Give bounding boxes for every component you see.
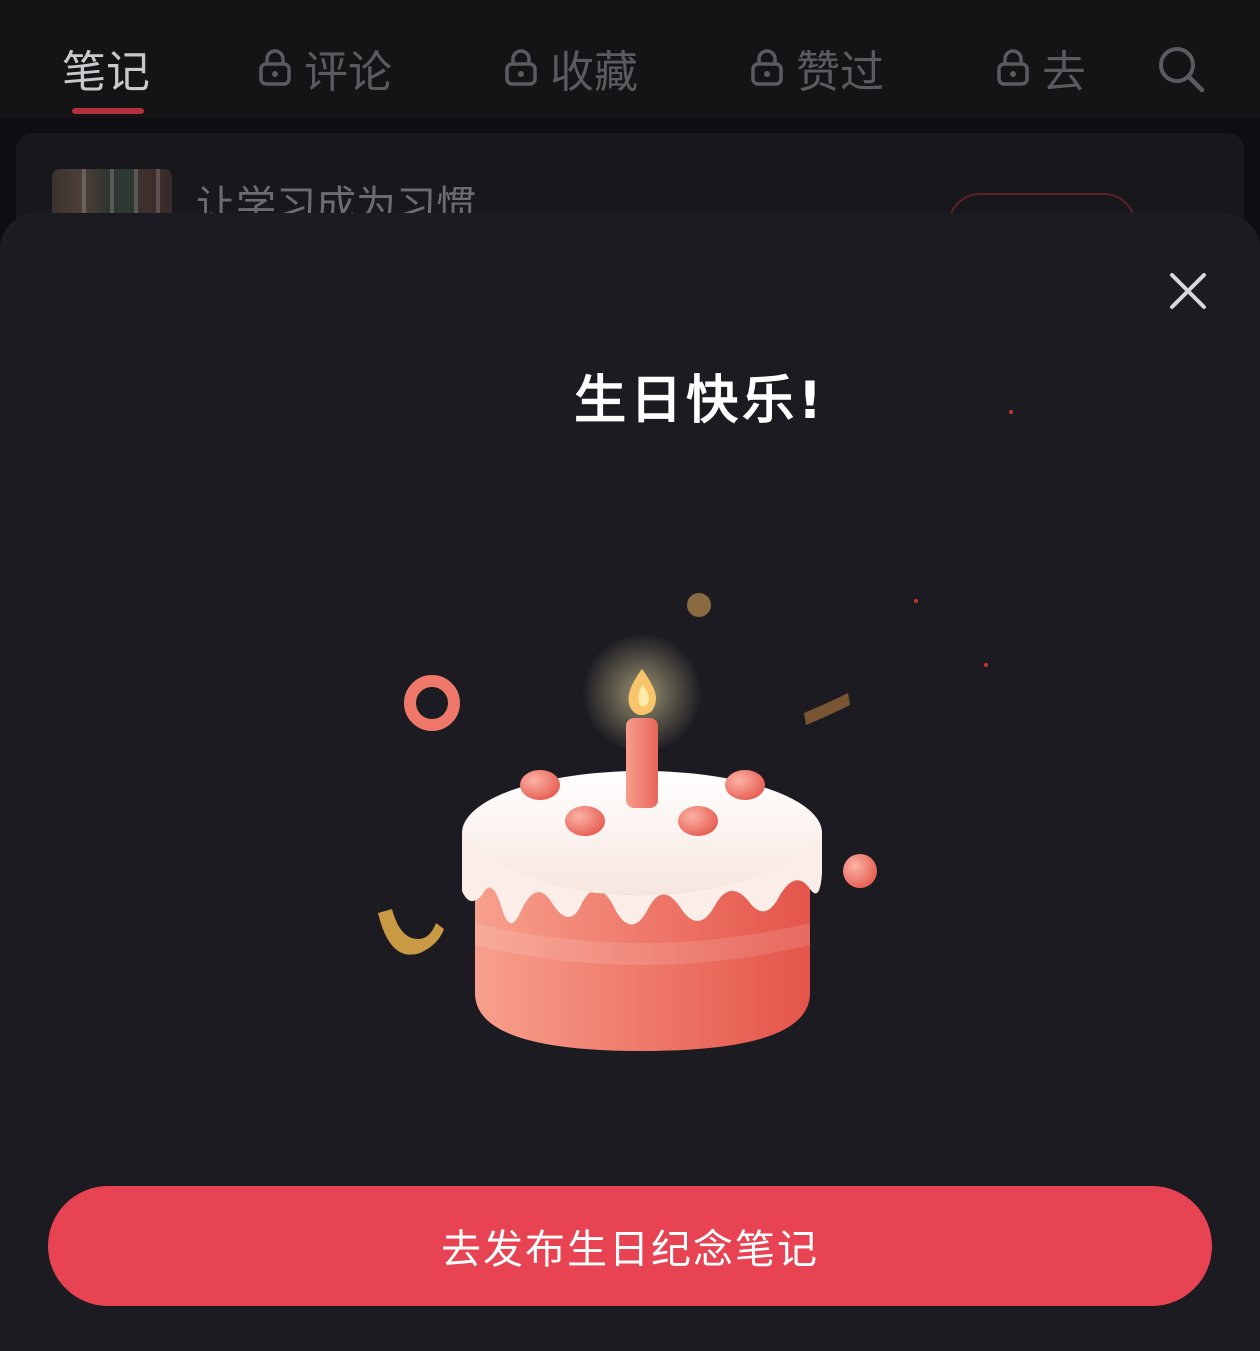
tab-label: 笔记 (62, 47, 150, 98)
active-tab-indicator (72, 108, 144, 114)
tab-label: 去 (1042, 47, 1086, 98)
lock-icon (997, 49, 1029, 86)
tab-liked[interactable]: 赞过 (750, 36, 884, 100)
search-icon[interactable] (1156, 44, 1206, 94)
publish-birthday-note-button[interactable]: 去发布生日纪念笔记 (48, 1186, 1212, 1306)
screen: 笔记 评论 收藏 赞过 去 让学习成为习惯 生日快乐! 去发布生日纪念笔记 (0, 0, 1260, 1351)
profile-tab-bar: 笔记 评论 收藏 赞过 去 (0, 0, 1260, 118)
lock-icon (751, 49, 783, 86)
tab-notes[interactable]: 笔记 (62, 36, 150, 100)
tab-label: 赞过 (796, 47, 884, 98)
tab-scroll-fade (1090, 30, 1140, 110)
tab-more[interactable]: 去 (996, 36, 1086, 100)
birthday-cake-icon (378, 593, 877, 1051)
tab-label: 评论 (304, 47, 392, 98)
lock-icon (505, 49, 537, 86)
tab-label: 收藏 (550, 47, 638, 98)
tab-comments[interactable]: 评论 (258, 36, 392, 100)
tab-favorites[interactable]: 收藏 (504, 36, 638, 100)
birthday-popup-sheet: 生日快乐! 去发布生日纪念笔记 (0, 213, 1260, 1351)
lock-icon (259, 49, 291, 86)
